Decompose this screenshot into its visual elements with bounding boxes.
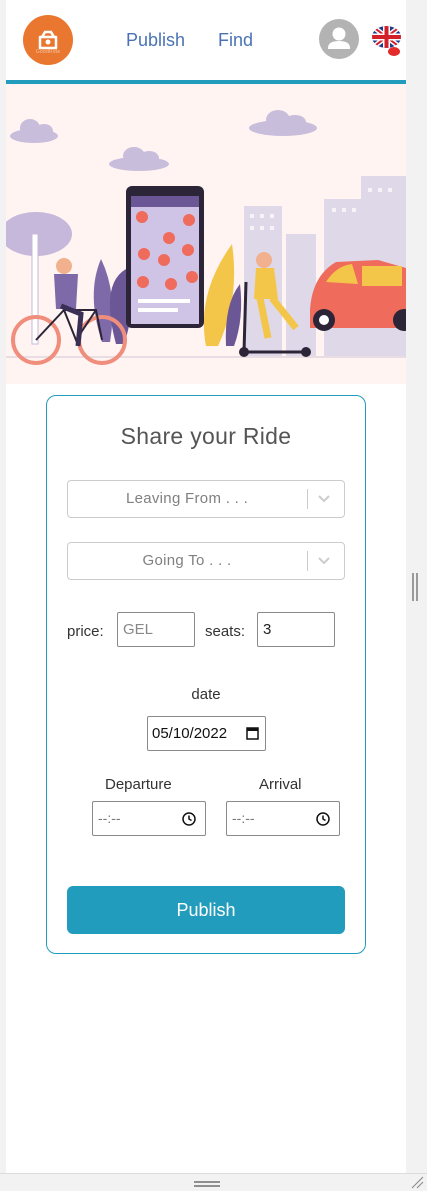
leaving-from-placeholder: Leaving From . . .: [125, 490, 249, 507]
car-icon: [38, 30, 58, 50]
side-resize-handle[interactable]: [412, 573, 418, 601]
date-input[interactable]: 05/10/2022: [147, 716, 266, 751]
chevron-down-icon: [318, 495, 330, 503]
form-title: Share your Ride: [120, 423, 292, 449]
departure-time-input[interactable]: --:--: [92, 801, 206, 836]
departure-time-value: --:--: [98, 810, 121, 826]
bottom-resize-handle[interactable]: [194, 1181, 220, 1187]
clock-icon: [316, 812, 330, 826]
language-indicator: [388, 47, 400, 56]
select-separator: [307, 551, 308, 571]
uk-flag-icon[interactable]: [372, 26, 401, 48]
select-separator: [307, 489, 308, 509]
date-label: date: [191, 686, 221, 703]
arrival-time-value: --:--: [232, 810, 255, 826]
logo-text: GoodRide: [35, 49, 61, 55]
user-icon: [328, 27, 350, 49]
cloud-icon: [10, 110, 317, 171]
price-input[interactable]: GEL: [117, 612, 195, 647]
date-value: 05/10/2022: [152, 725, 228, 742]
top-nav: GoodRide Publish Find: [6, 0, 406, 80]
seats-input[interactable]: 3: [257, 612, 335, 647]
nav-find[interactable]: Find: [218, 30, 253, 51]
price-label: price:: [67, 623, 104, 640]
arrival-label: Arrival: [259, 776, 302, 793]
going-to-placeholder: Going To . . .: [142, 552, 232, 569]
corner-resize-icon[interactable]: [410, 1176, 424, 1189]
chevron-down-icon: [318, 557, 330, 565]
clock-icon: [182, 812, 196, 826]
user-avatar[interactable]: [319, 19, 359, 59]
page: GoodRide Publish Find Share your Ride Le…: [6, 0, 406, 1173]
hero-illustration: [6, 84, 406, 384]
site-logo[interactable]: GoodRide: [23, 15, 73, 65]
seats-label: seats:: [205, 623, 246, 640]
arrival-time-input[interactable]: --:--: [226, 801, 340, 836]
calendar-icon: [246, 727, 259, 740]
going-to-select[interactable]: Going To . . .: [67, 542, 345, 580]
leaving-from-select[interactable]: Leaving From . . .: [67, 480, 345, 518]
departure-label: Departure: [105, 776, 172, 793]
nav-publish[interactable]: Publish: [126, 30, 185, 51]
publish-button[interactable]: Publish: [67, 886, 345, 934]
share-ride-form: Share your Ride Leaving From . . . Going…: [46, 395, 366, 954]
